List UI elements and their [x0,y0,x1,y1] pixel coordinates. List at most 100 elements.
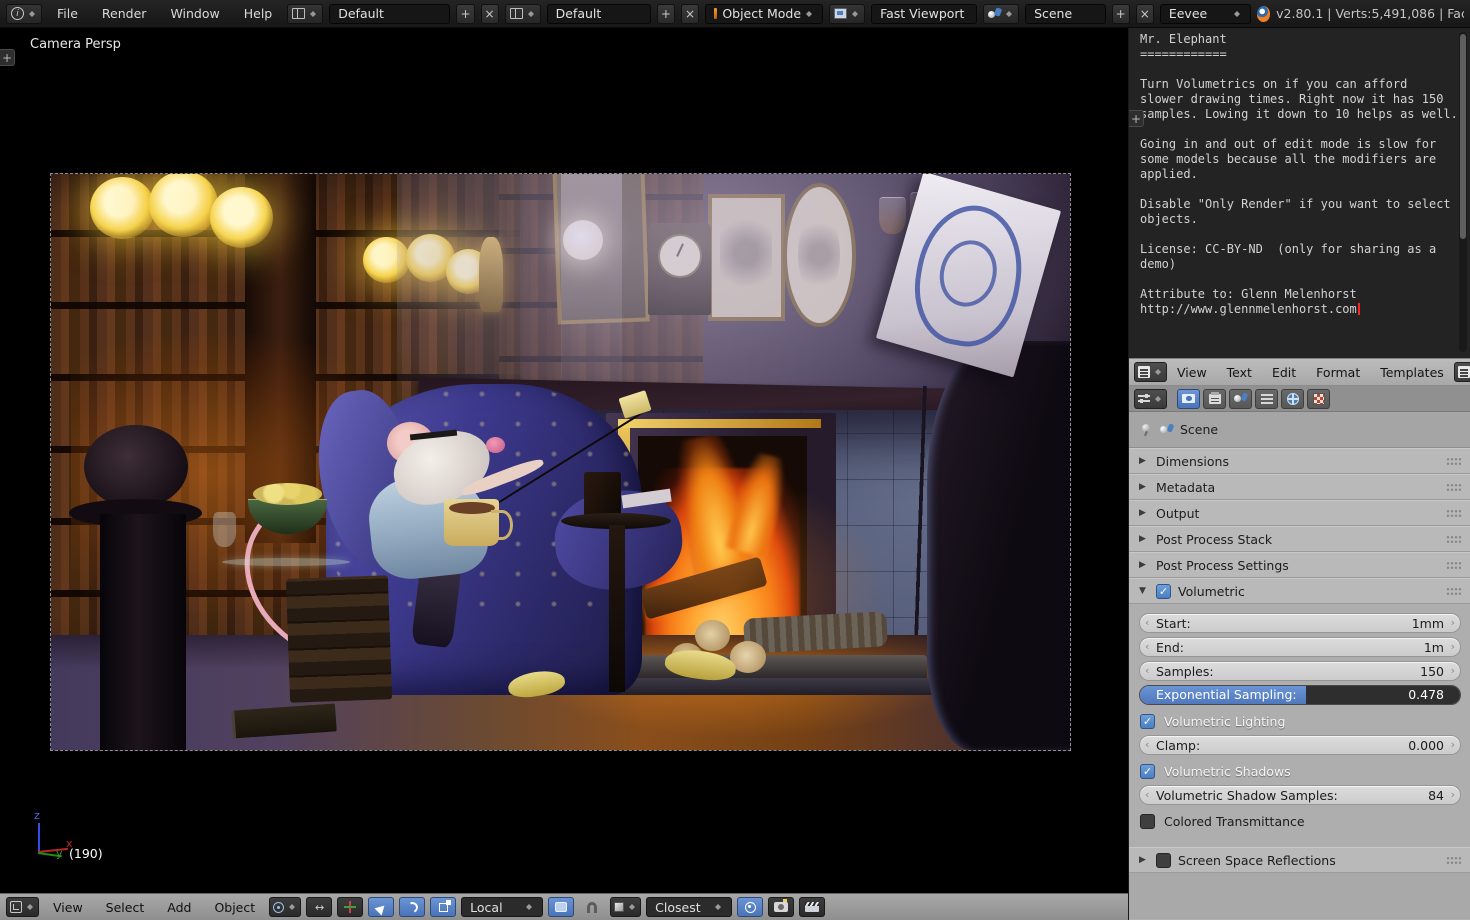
volumetric-samples-slider[interactable]: ‹ Samples: 150 › [1139,661,1461,681]
tab-render[interactable] [1177,389,1200,409]
increment-arrow-icon[interactable]: › [1451,664,1455,677]
editor-type-selector[interactable] [1134,389,1167,409]
add-layout2-button[interactable]: + [657,4,675,24]
delete-layout-button[interactable]: × [481,4,499,24]
increment-arrow-icon[interactable]: › [1451,788,1455,801]
editor-type-selector-2[interactable] [1454,362,1470,382]
screen-layout2-icon-button[interactable] [505,4,541,24]
panel-post-process-settings[interactable]: ▶ Post Process Settings [1129,552,1470,578]
screen-layout-icon-button[interactable] [287,4,323,24]
menu-format[interactable]: Format [1306,365,1370,380]
text-editor-content[interactable]: Mr. Elephant============Turn Volumetrics… [1140,32,1458,317]
text-editor-properties-tab[interactable]: + [1129,110,1144,127]
screen-layout-field[interactable]: Default [329,4,450,24]
decrement-arrow-icon[interactable]: ‹ [1145,664,1149,677]
manipulator-toggle-button[interactable] [337,897,363,917]
menu-select[interactable]: Select [97,900,154,915]
volumetric-end-slider[interactable]: ‹ End: 1m › [1139,637,1461,657]
panel-dimensions[interactable]: ▶ Dimensions [1129,448,1470,474]
snap-surface-toggle[interactable] [548,897,574,917]
decrement-arrow-icon[interactable]: ‹ [1145,640,1149,653]
clamp-slider[interactable]: ‹ Clamp: 0.000 › [1139,735,1461,755]
delete-scene-button[interactable]: × [1136,4,1154,24]
mode-dropdown[interactable]: Object Mode [705,4,823,24]
tab-output[interactable] [1203,389,1226,409]
rotate-manipulator-button[interactable] [399,897,425,917]
transform-orientation-dropdown[interactable]: Local [461,897,543,917]
drag-handle-icon[interactable] [1446,535,1461,544]
menu-edit[interactable]: Edit [1262,365,1306,380]
drag-handle-icon[interactable] [1446,561,1461,570]
panel-post-process-stack[interactable]: ▶ Post Process Stack [1129,526,1470,552]
drag-handle-icon[interactable] [1446,587,1461,596]
render-engine-dropdown[interactable]: Eevee [1160,4,1251,24]
opengl-animation-button[interactable] [799,897,825,917]
panel-volumetric[interactable]: ▼ ✓ Volumetric [1129,578,1470,604]
volumetric-lighting-checkbox[interactable]: ✓ [1140,714,1155,729]
increment-arrow-icon[interactable]: › [1451,640,1455,653]
increment-arrow-icon[interactable]: › [1451,616,1455,629]
volumetric-shadows-checkbox[interactable]: ✓ [1140,764,1155,779]
drag-handle-icon[interactable] [1446,509,1461,518]
menu-object[interactable]: Object [205,900,264,915]
viewport-config-field[interactable]: Fast Viewport [871,4,977,24]
exponential-sampling-slider[interactable]: Exponential Sampling: 0.478 [1139,685,1461,705]
snap-element-selector[interactable] [610,897,641,917]
viewport-3d[interactable]: Camera Persp + z x y (190) [0,28,1128,893]
tab-world[interactable] [1281,389,1304,409]
delete-layout2-button[interactable]: × [681,4,699,24]
menu-view[interactable]: View [44,900,92,915]
tab-scene[interactable] [1229,389,1252,409]
snap-toggle-button[interactable] [579,897,605,917]
decrement-arrow-icon[interactable]: ‹ [1145,616,1149,629]
volumetric-lighting-row[interactable]: ✓ Volumetric Lighting [1138,709,1462,733]
pivot-point-selector[interactable] [269,897,301,917]
panel-output[interactable]: ▶ Output [1129,500,1470,526]
text-editor[interactable]: Mr. Elephant============Turn Volumetrics… [1129,28,1470,358]
ssr-enable-checkbox[interactable] [1156,853,1171,868]
menu-view[interactable]: View [1167,365,1217,380]
scene-selector-field[interactable]: Scene [1025,4,1106,24]
drag-handle-icon[interactable] [1446,856,1461,865]
panel-screen-space-reflections[interactable]: ▶ Screen Space Reflections [1129,847,1470,873]
volumetric-shadow-samples-slider[interactable]: ‹ Volumetric Shadow Samples: 84 › [1139,785,1461,805]
scene-selector-icon-button[interactable] [983,4,1019,24]
opengl-render-button[interactable] [768,897,794,917]
tab-texture[interactable] [1307,389,1330,409]
menu-file[interactable]: File [48,6,87,21]
menu-render[interactable]: Render [93,6,156,21]
editor-type-selector[interactable] [6,897,39,917]
manipulate-centers-button[interactable]: ↔ [306,897,332,917]
add-layout-button[interactable]: + [456,4,474,24]
colored-transmittance-checkbox[interactable] [1140,814,1155,829]
add-scene-button[interactable]: + [1112,4,1130,24]
panel-metadata[interactable]: ▶ Metadata [1129,474,1470,500]
editor-type-selector[interactable]: i [6,4,42,24]
menu-text[interactable]: Text [1217,365,1262,380]
menu-templates[interactable]: Templates [1370,365,1454,380]
volumetric-start-slider[interactable]: ‹ Start: 1mm › [1139,613,1461,633]
snap-target-dropdown[interactable]: Closest [646,897,732,917]
translate-manipulator-button[interactable] [368,897,394,917]
drag-handle-icon[interactable] [1446,457,1461,466]
proportional-edit-toggle[interactable] [737,897,763,917]
screen-layout2-field[interactable]: Default [547,4,651,24]
drag-handle-icon[interactable] [1446,483,1461,492]
text-editor-scrollbar[interactable] [1459,32,1467,352]
volumetric-enable-checkbox[interactable]: ✓ [1156,584,1171,599]
viewport-config-icon-button[interactable] [829,4,865,24]
scrollbar-thumb[interactable] [1460,34,1466,239]
colored-transmittance-row[interactable]: Colored Transmittance [1138,809,1462,833]
pin-icon[interactable] [1141,424,1153,436]
sidebar-toggle-tab[interactable]: + [0,49,15,66]
volumetric-shadows-row[interactable]: ✓ Volumetric Shadows [1138,759,1462,783]
decrement-arrow-icon[interactable]: ‹ [1145,788,1149,801]
tab-view-layer[interactable] [1255,389,1278,409]
menu-help[interactable]: Help [235,6,282,21]
menu-add[interactable]: Add [158,900,200,915]
menu-window[interactable]: Window [161,6,228,21]
editor-type-selector[interactable] [1134,362,1167,382]
scale-manipulator-button[interactable] [430,897,456,917]
decrement-arrow-icon[interactable]: ‹ [1145,738,1149,751]
increment-arrow-icon[interactable]: › [1451,738,1455,751]
